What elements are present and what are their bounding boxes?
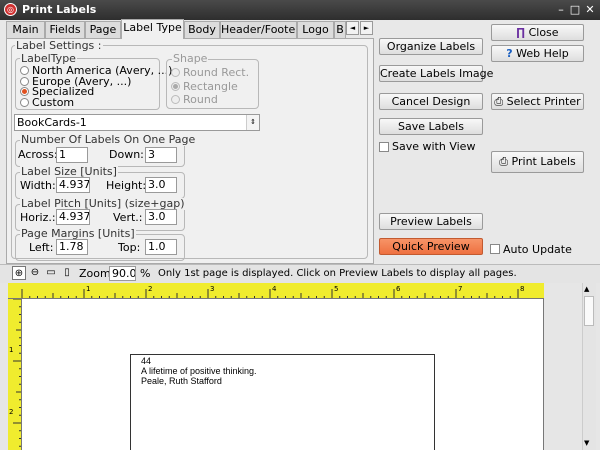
zoom-out-icon[interactable]: ⊖ xyxy=(28,266,42,280)
height-label: Height: xyxy=(106,179,147,192)
ruler-number: 2 xyxy=(148,285,152,293)
ruler-number: 3 xyxy=(210,285,214,293)
ruler-number: 7 xyxy=(458,285,462,293)
radio-round-label: Round xyxy=(183,93,218,106)
shape-title: Shape xyxy=(172,52,209,65)
radio-round-rect[interactable] xyxy=(171,68,180,77)
minimize-button[interactable]: – xyxy=(554,3,568,17)
maximize-button[interactable]: □ xyxy=(568,3,582,17)
ruler-number: 1 xyxy=(9,346,13,354)
close-button-label: Close xyxy=(528,26,559,39)
radio-north-america[interactable] xyxy=(20,66,29,75)
ruler-number: 4 xyxy=(272,285,277,293)
tab-main[interactable]: Main xyxy=(6,21,45,38)
tab-header-footer[interactable]: Header/Footer xyxy=(220,21,297,38)
ruler-number: 2 xyxy=(9,408,13,416)
height-input[interactable]: 3.0 xyxy=(145,177,177,193)
zoom-in-icon[interactable]: ⊕ xyxy=(12,266,26,280)
save-with-view-label: Save with View xyxy=(392,140,476,153)
ruler-number: 5 xyxy=(334,285,338,293)
zoom-label: Zoom xyxy=(79,267,111,280)
fit-width-icon[interactable]: ▭ xyxy=(44,266,58,280)
horiz-input[interactable]: 4.9375 xyxy=(56,209,90,225)
number-on-page-title: Number Of Labels On One Page xyxy=(20,133,197,146)
app-icon: ◎ xyxy=(4,3,17,16)
ruler-number: 1 xyxy=(86,285,90,293)
across-input[interactable]: 1 xyxy=(56,147,88,163)
horiz-label: Horiz.: xyxy=(20,211,56,224)
close-window-button[interactable]: ✕ xyxy=(583,3,597,17)
save-with-view-checkbox[interactable] xyxy=(379,142,389,152)
radio-specialized[interactable] xyxy=(20,87,29,96)
radio-round[interactable] xyxy=(171,95,180,104)
radio-custom-label: Custom xyxy=(32,96,75,109)
tab-logo[interactable]: Logo xyxy=(297,21,334,38)
label-line-2: A lifetime of positive thinking. xyxy=(141,366,257,376)
across-label: Across: xyxy=(18,148,58,161)
window-title: Print Labels xyxy=(22,3,97,16)
quick-preview-button[interactable]: Quick Preview xyxy=(379,238,483,255)
tab-body[interactable]: Body xyxy=(184,21,220,38)
print-labels-button[interactable]: ⎙ Print Labels xyxy=(491,151,584,173)
down-input[interactable]: 3 xyxy=(145,147,177,163)
label-preview: 44 A lifetime of positive thinking. Peal… xyxy=(130,354,435,450)
ruler-number: 6 xyxy=(396,285,401,293)
scroll-down-icon[interactable]: ▼ xyxy=(584,439,589,447)
fit-page-icon[interactable]: ▯ xyxy=(60,266,74,280)
vertical-ruler: 12 xyxy=(8,299,22,450)
scroll-up-icon[interactable]: ▲ xyxy=(584,285,589,293)
label-line-3: Peale, Ruth Stafford xyxy=(141,376,222,386)
door-icon: ∏ xyxy=(516,26,526,39)
preview-labels-button[interactable]: Preview Labels xyxy=(379,213,483,230)
print-labels-label: Print Labels xyxy=(511,155,576,168)
preview-info-text: Only 1st page is displayed. Click on Pre… xyxy=(158,268,517,279)
tab-label-type[interactable]: Label Type xyxy=(121,19,184,39)
select-printer-label: Select Printer xyxy=(506,95,581,108)
width-label: Width: xyxy=(20,179,56,192)
ruler-number: 8 xyxy=(520,285,524,293)
auto-update-checkbox[interactable] xyxy=(490,244,500,254)
radio-round-rect-label: Round Rect. xyxy=(183,66,250,79)
label-settings-title: Label Settings : xyxy=(15,39,103,52)
radio-rectangle-label: Rectangle xyxy=(183,80,238,93)
radio-europe[interactable] xyxy=(20,77,29,86)
top-margin-label: Top: xyxy=(118,241,141,254)
chevron-updown-icon[interactable]: ⇕ xyxy=(246,115,259,130)
top-margin-input[interactable]: 1.0 xyxy=(145,239,177,255)
radio-custom[interactable] xyxy=(20,98,29,107)
label-name-value: BookCards-1 xyxy=(17,116,87,129)
close-button[interactable]: ∏ Close xyxy=(491,24,584,41)
vert-input[interactable]: 3.0 xyxy=(145,209,177,225)
web-help-button[interactable]: ? Web Help xyxy=(491,45,584,62)
horizontal-ruler: 1 2 3 4 5 6 7 8 xyxy=(8,283,544,299)
tab-fields[interactable]: Fields xyxy=(45,21,85,38)
cancel-design-button[interactable]: Cancel Design xyxy=(379,93,483,110)
organize-labels-button[interactable]: Organize Labels xyxy=(379,38,483,55)
left-margin-label: Left: xyxy=(29,241,54,254)
left-margin-input[interactable]: 1.78 xyxy=(56,239,88,255)
tab-page[interactable]: Page xyxy=(85,21,121,38)
printer-icon: ⎙ xyxy=(499,155,509,168)
radio-rectangle[interactable] xyxy=(171,82,180,91)
tab-scroll-right-icon[interactable]: ► xyxy=(360,21,373,35)
tab-partial[interactable]: B xyxy=(334,21,346,38)
help-icon: ? xyxy=(506,47,513,60)
zoom-unit: % xyxy=(140,267,151,280)
printer-icon: ⎙ xyxy=(494,95,504,108)
save-labels-button[interactable]: Save Labels xyxy=(379,118,483,135)
label-line-1: 44 xyxy=(141,356,152,366)
create-labels-image-button[interactable]: Create Labels Image xyxy=(379,65,493,82)
label-name-select[interactable]: BookCards-1 xyxy=(14,114,260,131)
auto-update-label: Auto Update xyxy=(503,243,572,256)
vert-label: Vert.: xyxy=(113,211,143,224)
width-input[interactable]: 4.9375 xyxy=(56,177,90,193)
tab-scroll-left-icon[interactable]: ◄ xyxy=(346,21,359,35)
zoom-input[interactable]: 90.0 xyxy=(109,266,136,281)
web-help-label: Web Help xyxy=(516,47,569,60)
select-printer-button[interactable]: ⎙ Select Printer xyxy=(491,93,584,110)
down-label: Down: xyxy=(109,148,144,161)
scrollbar-thumb[interactable] xyxy=(584,296,594,326)
